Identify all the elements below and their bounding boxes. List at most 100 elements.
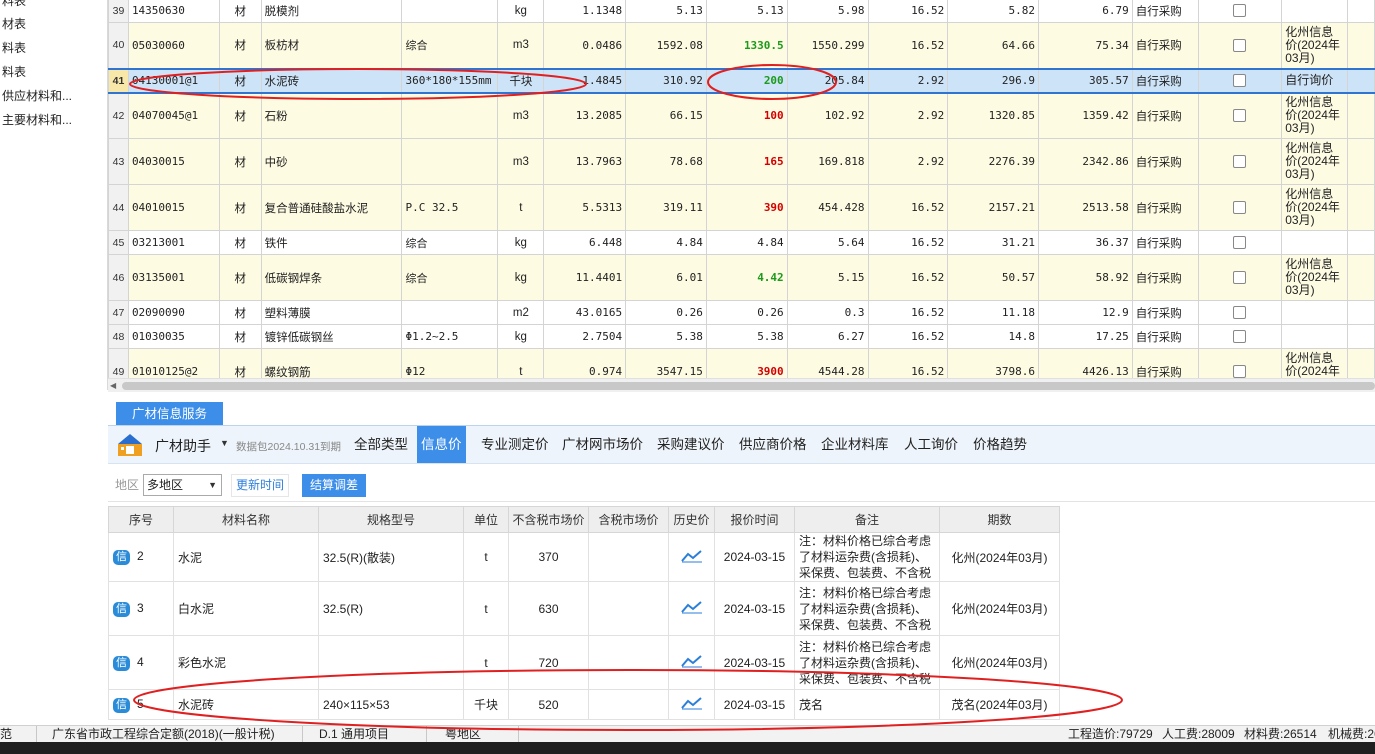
category-tab[interactable]: 人工询价 bbox=[900, 426, 962, 463]
checkbox-icon[interactable] bbox=[1233, 201, 1247, 214]
table-row[interactable]: 41 04130001@1 材水泥砖 360*180*155mm 千块 1.4845 310… bbox=[108, 67, 1375, 94]
category-tab[interactable]: 价格趋势 bbox=[969, 426, 1031, 463]
material-name[interactable]: 复合普通硅酸盐水泥 bbox=[260, 184, 403, 231]
history-price-cell[interactable] bbox=[668, 532, 715, 582]
chevron-down-icon[interactable]: ▼ bbox=[220, 438, 229, 448]
column-header[interactable]: 单位 bbox=[463, 506, 509, 533]
checkbox-icon[interactable] bbox=[1233, 271, 1247, 284]
left-nav-item[interactable]: 料表 bbox=[0, 36, 107, 60]
category-tab[interactable]: 广材网市场价 bbox=[558, 426, 647, 463]
column-header[interactable]: 历史价 bbox=[668, 506, 715, 533]
lock-checkbox[interactable] bbox=[1197, 92, 1283, 139]
table-row[interactable]: 40 05030060 材板枋材 综合 m3 0.0486 1592.08 1330.5 155… bbox=[108, 22, 1375, 69]
table-row[interactable]: 46 03135001 材低碳钢焊条 综合 kg 11.4401 6.01 4.42 5.15 1… bbox=[108, 254, 1375, 301]
material-spec[interactable]: 综合 bbox=[401, 230, 499, 255]
column-header[interactable]: 报价时间 bbox=[714, 506, 795, 533]
market-price[interactable]: 3900 bbox=[705, 348, 788, 378]
region-select[interactable]: 多地区 ▼ bbox=[143, 474, 222, 496]
left-nav-item[interactable]: 料表 bbox=[0, 0, 107, 12]
lock-checkbox[interactable] bbox=[1197, 324, 1283, 349]
column-header[interactable]: 含税市场价 bbox=[588, 506, 669, 533]
material-name[interactable]: 铁件 bbox=[260, 230, 403, 255]
history-price-cell[interactable] bbox=[668, 581, 715, 636]
market-price[interactable]: 390 bbox=[705, 184, 788, 231]
trend-chart-icon[interactable] bbox=[680, 696, 703, 710]
material-name[interactable]: 塑料薄膜 bbox=[260, 300, 403, 325]
material-spec[interactable]: 综合 bbox=[401, 254, 499, 301]
material-spec[interactable]: P.C 32.5 bbox=[401, 184, 499, 231]
table-row[interactable]: 45 03213001 材铁件 综合 kg 6.448 4.84 4.84 5.64 16.52 3… bbox=[108, 230, 1375, 255]
material-spec[interactable]: 综合 bbox=[401, 22, 499, 69]
lock-checkbox[interactable] bbox=[1197, 138, 1283, 185]
table-row[interactable]: 39 14350630 材脱模剂 kg 1.1348 5.13 5.13 5.98 16.52 5… bbox=[108, 0, 1375, 23]
material-name[interactable]: 水泥砖 bbox=[260, 67, 403, 94]
market-price[interactable]: 1330.5 bbox=[705, 22, 788, 69]
list-item[interactable]: 信 4 彩色水泥 t 720 2024-03-15 注：材料价格已综合考虑了材料运杂费(含损… bbox=[108, 635, 1060, 690]
lock-checkbox[interactable] bbox=[1197, 230, 1283, 255]
table-row[interactable]: 49 01010125@2 材螺纹钢筋 Φ12 t 0.974 3547.15 3900 454… bbox=[108, 348, 1375, 378]
checkbox-icon[interactable] bbox=[1233, 4, 1247, 17]
material-name[interactable]: 螺纹钢筋 bbox=[260, 348, 403, 378]
material-name[interactable]: 低碳钢焊条 bbox=[260, 254, 403, 301]
category-tab[interactable]: 信息价 bbox=[417, 426, 466, 463]
left-nav-item[interactable]: 材表 bbox=[0, 12, 107, 36]
table-row[interactable]: 48 01030035 材镀锌低碳钢丝 Φ1.2~2.5 kg 2.7504 5.38 5.3… bbox=[108, 324, 1375, 349]
scrollbar-thumb[interactable] bbox=[122, 382, 1375, 390]
market-price[interactable]: 5.13 bbox=[705, 0, 788, 23]
lock-checkbox[interactable] bbox=[1197, 254, 1283, 301]
list-item[interactable]: 信 3 白水泥 32.5(R) t 630 2024-03-15 注：材料价格已综合考虑了材料… bbox=[108, 581, 1060, 636]
checkbox-icon[interactable] bbox=[1233, 306, 1247, 319]
lock-checkbox[interactable] bbox=[1197, 22, 1283, 69]
checkbox-icon[interactable] bbox=[1233, 74, 1247, 87]
material-spec[interactable] bbox=[401, 138, 499, 185]
checkbox-icon[interactable] bbox=[1233, 38, 1247, 52]
horizontal-scrollbar[interactable]: ◀ bbox=[108, 378, 1375, 392]
checkbox-icon[interactable] bbox=[1233, 155, 1247, 168]
scroll-left-icon[interactable]: ◀ bbox=[110, 379, 116, 393]
lock-checkbox[interactable] bbox=[1197, 184, 1283, 231]
category-tab[interactable]: 采购建议价 bbox=[653, 426, 729, 463]
trend-chart-icon[interactable] bbox=[680, 549, 703, 563]
material-name[interactable]: 板枋材 bbox=[260, 22, 403, 69]
market-price[interactable]: 4.84 bbox=[705, 230, 788, 255]
table-row[interactable]: 47 02090090 材塑料薄膜 m2 43.0165 0.26 0.26 0.3 16.52… bbox=[108, 300, 1375, 325]
list-item[interactable]: 信 5 水泥砖 240×115×53 千块 520 2024-03-15 茂名 茂名(2024年… bbox=[108, 689, 1060, 720]
left-nav-item[interactable]: 主要材料和... bbox=[0, 108, 107, 132]
settle-adjust-button[interactable]: 结算调差 bbox=[302, 474, 366, 497]
column-header[interactable]: 材料名称 bbox=[173, 506, 319, 533]
trend-chart-icon[interactable] bbox=[680, 654, 703, 668]
column-header[interactable]: 不含税市场价 bbox=[508, 506, 589, 533]
material-spec[interactable]: 360*180*155mm bbox=[401, 67, 499, 94]
history-price-cell[interactable] bbox=[668, 689, 715, 720]
checkbox-icon[interactable] bbox=[1233, 109, 1247, 123]
lock-checkbox[interactable] bbox=[1197, 0, 1283, 23]
category-tab[interactable]: 专业测定价 bbox=[477, 426, 553, 463]
column-header[interactable]: 备注 bbox=[794, 506, 940, 533]
list-item[interactable]: 信 2 水泥 32.5(R)(散装) t 370 2024-03-15 注：材料价格已综合考虑… bbox=[108, 532, 1060, 582]
checkbox-icon[interactable] bbox=[1233, 330, 1247, 343]
material-spec[interactable] bbox=[401, 300, 499, 325]
material-spec[interactable] bbox=[401, 92, 499, 139]
checkbox-icon[interactable] bbox=[1233, 365, 1247, 378]
category-tab[interactable]: 企业材料库 bbox=[817, 426, 893, 463]
market-price[interactable]: 4.42 bbox=[705, 254, 788, 301]
update-time-button[interactable]: 更新时间 bbox=[231, 474, 289, 497]
category-tab[interactable]: 全部类型 bbox=[350, 426, 412, 463]
material-name[interactable]: 脱模剂 bbox=[260, 0, 403, 23]
lock-checkbox[interactable] bbox=[1197, 300, 1283, 325]
table-row[interactable]: 42 04070045@1 材石粉 m3 13.2085 66.15 100 102.92 2.… bbox=[108, 92, 1375, 139]
column-header[interactable]: 序号 bbox=[108, 506, 174, 533]
brand-name[interactable]: 广材助手 bbox=[155, 436, 211, 456]
material-name[interactable]: 石粉 bbox=[260, 92, 403, 139]
market-price[interactable]: 165 bbox=[705, 138, 788, 185]
column-header[interactable]: 期数 bbox=[939, 506, 1060, 533]
market-price[interactable]: 200 bbox=[705, 67, 788, 94]
market-price[interactable]: 0.26 bbox=[705, 300, 788, 325]
table-row[interactable]: 43 04030015 材中砂 m3 13.7963 78.68 165 169.818 2.9… bbox=[108, 138, 1375, 185]
left-nav-item[interactable]: 料表 bbox=[0, 60, 107, 84]
column-header[interactable]: 规格型号 bbox=[318, 506, 464, 533]
checkbox-icon[interactable] bbox=[1233, 236, 1247, 249]
market-price[interactable]: 5.38 bbox=[705, 324, 788, 349]
material-spec[interactable]: Φ12 bbox=[401, 348, 499, 378]
category-tab[interactable]: 供应商价格 bbox=[735, 426, 811, 463]
